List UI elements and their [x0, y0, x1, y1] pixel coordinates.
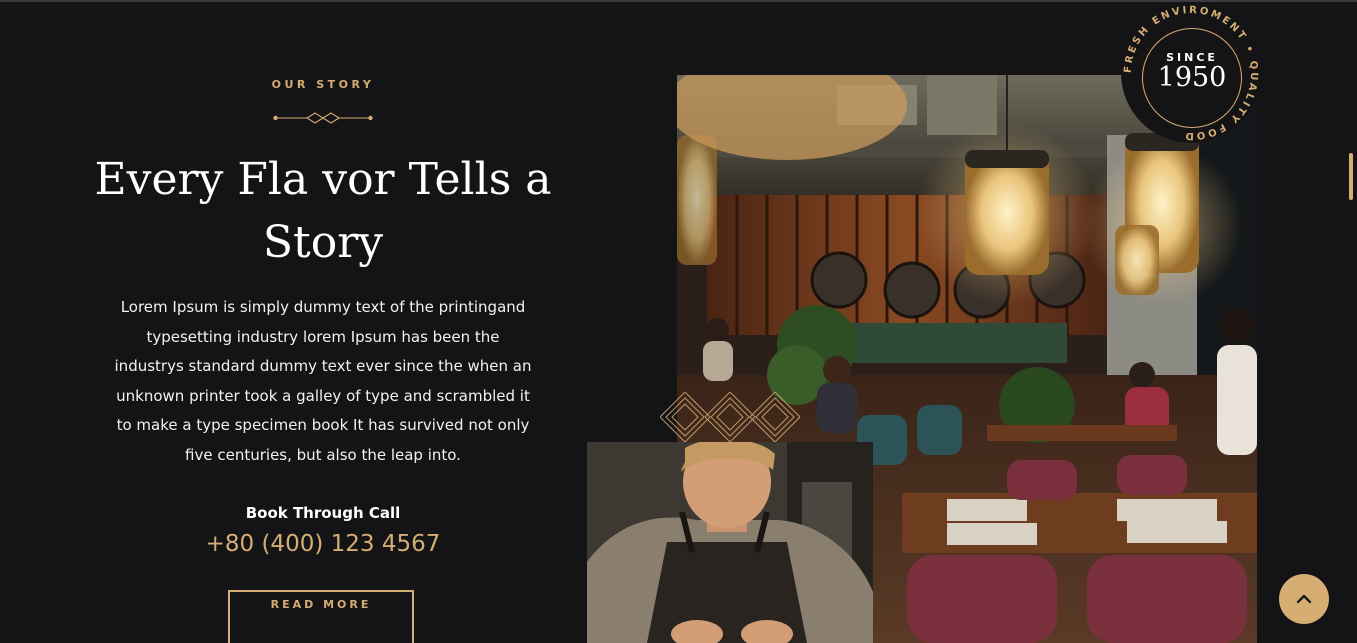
read-more-button[interactable]: READ MORE — [228, 590, 414, 643]
chef-illustration — [587, 442, 873, 643]
chef-image — [587, 442, 873, 643]
back-to-top-button[interactable] — [1279, 574, 1329, 624]
scrollbar-thumb[interactable] — [1349, 153, 1353, 200]
ornament-divider — [273, 112, 373, 124]
title-line-1: Every Fla vor Tells a — [94, 154, 552, 205]
read-more-label: READ MORE — [270, 597, 372, 611]
story-paragraph: Lorem Ipsum is simply dummy text of the … — [114, 298, 532, 464]
founding-year: 1950 — [1157, 62, 1227, 93]
since-badge: SINCE 1950 — [1142, 28, 1242, 128]
page-title: Every Fla vor Tells a Story — [90, 148, 556, 274]
decorative-lattice-pattern — [660, 392, 800, 442]
phone-number-link[interactable]: +80 (400) 123 4567 — [90, 531, 556, 557]
book-through-call-label: Book Through Call — [245, 504, 401, 522]
title-line-2: Story — [262, 217, 384, 268]
section-kicker: OUR STORY — [271, 78, 375, 91]
chevron-up-icon — [1296, 594, 1312, 604]
